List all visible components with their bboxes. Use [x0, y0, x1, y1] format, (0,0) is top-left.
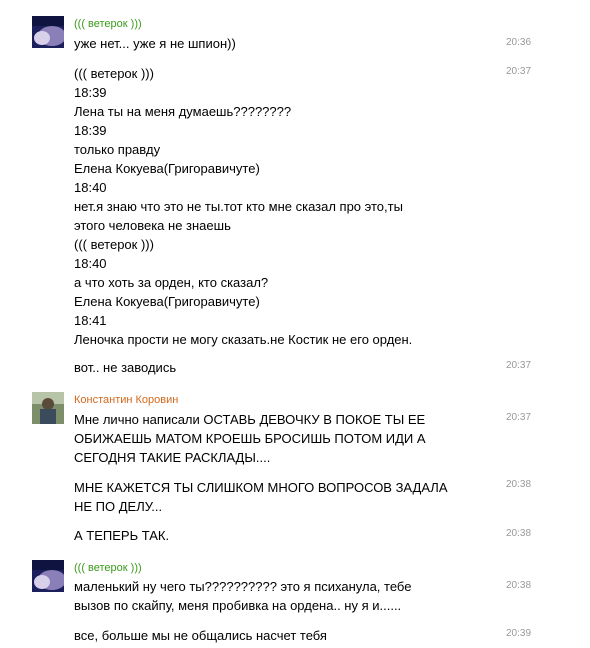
message-text: ((( ветерок ))) 18:39 Лена ты на меня ду…: [74, 64, 494, 349]
message-line: МНЕ КАЖЕТСЯ ТЫ СЛИШКОМ МНОГО ВОПРОСОВ ЗА…: [74, 480, 448, 495]
avatar[interactable]: [32, 16, 64, 48]
message-line: уже нет... уже я не шпион)): [74, 36, 236, 51]
message-text: МНЕ КАЖЕТСЯ ТЫ СЛИШКОМ МНОГО ВОПРОСОВ ЗА…: [74, 478, 494, 516]
message-line: этого человека не знаешь: [74, 218, 231, 233]
author-name[interactable]: ((( ветерок ))): [74, 561, 142, 575]
message-line: а что хоть за орден, кто сказал?: [74, 275, 269, 290]
message-line: 18:40: [74, 180, 107, 195]
author-name[interactable]: ((( ветерок ))): [74, 17, 142, 31]
message-line: 18:40: [74, 256, 107, 271]
message-text: уже нет... уже я не шпион)): [74, 34, 494, 53]
message-line: А ТЕПЕРЬ ТАК.: [74, 528, 170, 543]
avatar[interactable]: [32, 392, 64, 424]
message-line: 18:41: [74, 313, 107, 328]
message-line: ((( ветерок ))): [74, 237, 154, 252]
message-time: 20:36: [506, 37, 532, 48]
message-line: СЕГОДНЯ ТАКИЕ РАСКЛАДЫ....: [74, 450, 271, 465]
message-line: Леночка прости не могу сказать.не Костик…: [74, 332, 413, 347]
message-line: маленький ну чего ты?????????? это я пси…: [74, 579, 412, 594]
message-line: Лена ты на меня думаешь????????: [74, 104, 292, 119]
message-time: 20:37: [506, 360, 532, 371]
message-line: ОБИЖАЕШЬ МАТОМ КРОЕШЬ БРОСИШЬ ПОТОМ ИДИ …: [74, 431, 426, 446]
message-line: Мне лично написали ОСТАВЬ ДЕВОЧКУ В ПОКО…: [74, 412, 426, 427]
message-time: 20:39: [506, 628, 532, 639]
message-line: Елена Кокуева(Григоравичуте): [74, 294, 260, 309]
message-line: 18:39: [74, 123, 107, 138]
avatar-image-icon: [32, 560, 64, 592]
message-text: Мне лично написали ОСТАВЬ ДЕВОЧКУ В ПОКО…: [74, 410, 494, 467]
message-text: маленький ну чего ты?????????? это я пси…: [74, 577, 494, 615]
message-time: 20:37: [506, 412, 532, 423]
message-line: НЕ ПО ДЕЛУ...: [74, 499, 163, 514]
message-line: 18:39: [74, 85, 107, 100]
author-name[interactable]: Константин Коровин: [74, 393, 178, 407]
message-time: 20:37: [506, 66, 532, 77]
message-line: только правду: [74, 142, 161, 157]
avatar-image-icon: [32, 16, 64, 48]
message-time: 20:38: [506, 479, 532, 490]
message-line: все, больше мы не общались насчет тебя: [74, 628, 327, 643]
message-text: вот.. не заводись: [74, 358, 494, 377]
message-line: ((( ветерок ))): [74, 66, 154, 81]
message-line: вызов по скайпу, меня пробивка на ордена…: [74, 598, 402, 613]
message-time: 20:38: [506, 528, 532, 539]
message-line: вот.. не заводись: [74, 360, 177, 375]
message-line: нет.я знаю что это не ты.тот кто мне ска…: [74, 199, 403, 214]
message-line: Елена Кокуева(Григоравичуте): [74, 161, 260, 176]
message-text: А ТЕПЕРЬ ТАК.: [74, 526, 494, 545]
message-time: 20:38: [506, 580, 532, 591]
avatar-image-icon: [32, 392, 64, 424]
message-text: все, больше мы не общались насчет тебя: [74, 626, 494, 645]
avatar[interactable]: [32, 560, 64, 592]
